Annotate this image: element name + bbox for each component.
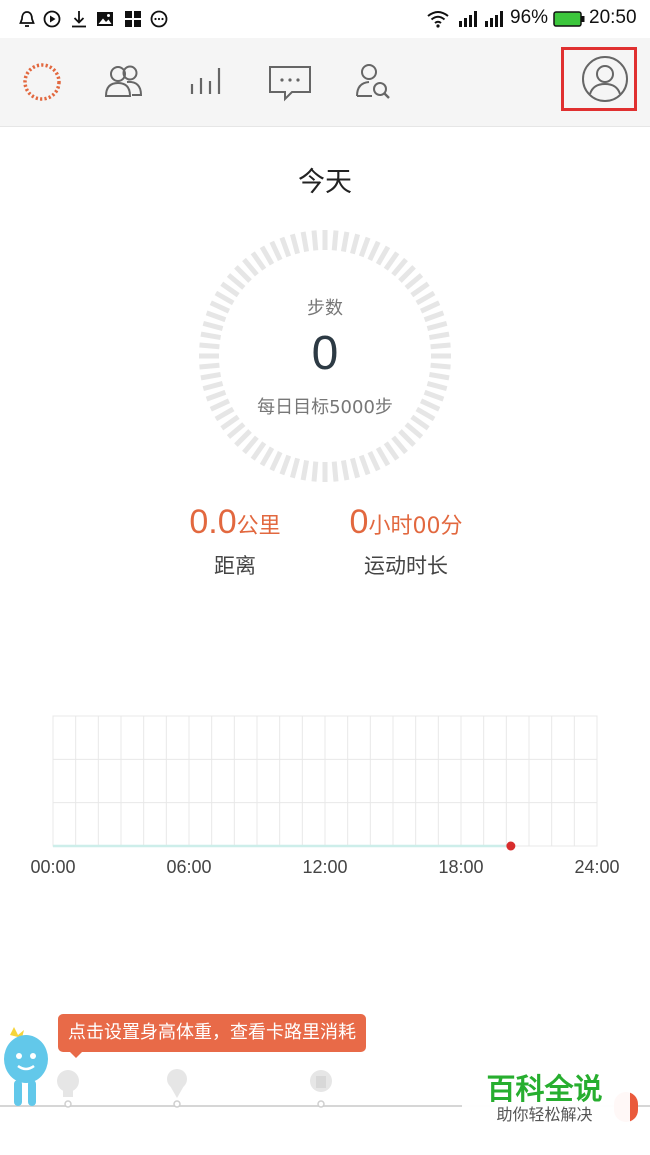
signal-icon-2 (485, 11, 503, 27)
ring-tick (340, 231, 350, 253)
apps-icon (125, 11, 141, 27)
ring-tick (383, 441, 400, 461)
distance-metric: 0.0公里 (160, 503, 310, 542)
battery-percent: 96% (510, 7, 549, 28)
ring-tick (234, 265, 252, 283)
duration-minutes-unit: 分 (440, 514, 463, 539)
chart-grid (52, 715, 598, 847)
drink-cup-icon (310, 1070, 332, 1108)
watermark-subtitle: 助你轻松解决 (496, 1105, 593, 1124)
ring-tick (331, 461, 339, 482)
steps-label: 步数 (307, 298, 343, 319)
ring-tick (226, 273, 246, 290)
bar-chart-icon[interactable] (183, 58, 231, 106)
distance-value: 0.0 (189, 503, 237, 541)
ring-tick (202, 381, 224, 392)
daily-goal: 每日目标5000步 (257, 397, 393, 418)
wifi-icon (427, 11, 449, 28)
x-tick-label: 06:00 (166, 857, 211, 877)
ring-tick (404, 273, 424, 290)
chart-series (53, 841, 516, 851)
ice-cream-icon (167, 1069, 187, 1108)
signal-icon (459, 11, 477, 27)
ring-tick (226, 422, 246, 439)
ring-tick (250, 251, 267, 271)
user-search-icon[interactable] (349, 58, 397, 106)
chart-x-ticks: 00:00 06:00 12:00 18:00 24:00 (30, 857, 619, 877)
x-tick-label: 00:00 (30, 857, 75, 877)
duration-metric: 0小时00分 (320, 503, 492, 542)
ring-tick (331, 230, 339, 251)
ring-tick (300, 231, 310, 253)
ring-tick (391, 257, 408, 277)
dotted-ring-icon[interactable] (18, 58, 66, 106)
page-title: 今天 (298, 167, 352, 198)
ring-tick (350, 457, 361, 479)
ring-tick (358, 454, 371, 476)
ring-tick (289, 233, 300, 255)
ring-tick (367, 240, 381, 261)
ring-tick (391, 435, 408, 455)
ring-tick (242, 435, 259, 455)
duration-minutes: 00 (412, 514, 441, 539)
ring-tick (259, 446, 275, 467)
ring-tick (404, 422, 424, 439)
ring-tick (311, 461, 319, 482)
ring-tick (426, 381, 448, 392)
duration-hours: 0 (349, 503, 369, 541)
top-navigation (0, 38, 650, 127)
download-icon (72, 11, 86, 28)
play-icon (43, 10, 61, 28)
people-icon[interactable] (99, 58, 147, 106)
distance-unit: 公里 (236, 514, 281, 539)
message-icon[interactable] (266, 58, 314, 106)
image-icon (97, 12, 113, 26)
mascot-icon[interactable] (0, 1025, 56, 1110)
current-time-marker (506, 841, 516, 851)
x-tick-label: 12:00 (302, 857, 347, 877)
setup-tip-bubble[interactable]: 点击设置身高体重，查看卡路里消耗 (58, 1014, 366, 1052)
x-tick-label: 18:00 (438, 857, 483, 877)
duration-hours-unit: 小时 (368, 514, 413, 539)
ring-tick (398, 265, 416, 283)
ring-tick (340, 459, 350, 481)
ring-tick (358, 236, 371, 258)
ring-tick (269, 451, 283, 472)
tip-arrow (68, 1050, 84, 1058)
ring-tick (367, 451, 381, 472)
steps-value: 0 (311, 327, 339, 380)
ring-tick (375, 446, 391, 467)
ring-tick (398, 429, 416, 447)
duration-label: 运动时长 (364, 554, 448, 578)
alarm-icon (19, 11, 35, 27)
ring-tick (279, 236, 292, 258)
clock: 20:50 (589, 7, 637, 28)
ring-tick (350, 233, 361, 255)
lightbulb-icon (57, 1070, 79, 1108)
distance-label: 距离 (214, 554, 256, 578)
ring-tick (259, 245, 275, 266)
chat-icon (150, 10, 168, 28)
steps-timeline-chart: 00:00 06:00 12:00 18:00 24:00 (30, 715, 620, 877)
ring-tick (300, 459, 310, 481)
ring-tick (250, 441, 267, 461)
ring-tick (234, 429, 252, 447)
ring-tick (311, 230, 319, 251)
ring-tick (375, 245, 391, 266)
ring-tick (279, 454, 292, 476)
x-tick-label: 24:00 (574, 857, 619, 877)
ring-tick (289, 457, 300, 479)
battery-icon (553, 11, 585, 27)
ring-tick (242, 257, 259, 277)
profile-highlight-box (561, 47, 637, 111)
ring-tick (383, 251, 400, 271)
ring-tick (269, 240, 283, 261)
status-bar: 96% 20:50 (0, 0, 650, 38)
